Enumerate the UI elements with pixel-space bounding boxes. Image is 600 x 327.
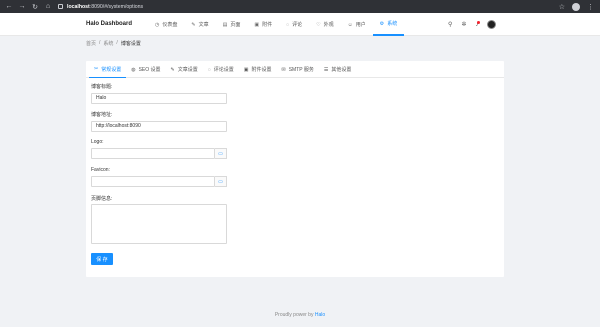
menu-label: 系统 <box>387 21 398 27</box>
menu-label: 文章 <box>198 22 209 28</box>
edit-icon: ✎ <box>191 21 196 28</box>
dashboard-icon: ◷ <box>155 21 160 28</box>
forward-icon[interactable]: → <box>18 3 26 10</box>
favicon-input[interactable] <box>91 176 215 187</box>
blog-url-input[interactable]: http://localhost:8090 <box>91 121 227 132</box>
breadcrumb-separator: / <box>99 40 101 46</box>
address-path: :8090/#/system/options <box>89 3 144 10</box>
menu-label: 评论 <box>292 22 303 28</box>
address-bar[interactable]: localhost :8090/#/system/options <box>58 2 559 11</box>
profile-icon[interactable] <box>572 2 580 11</box>
logo-input[interactable] <box>91 148 215 159</box>
home-icon[interactable]: ⌂ <box>44 3 52 10</box>
setting-icon: ⚙ <box>379 20 385 27</box>
favicon-label: Favicon: <box>91 167 110 173</box>
settings-icon[interactable]: ✲ <box>461 21 466 28</box>
picture-icon: ▣ <box>254 21 260 28</box>
menu-item-appearance[interactable]: ♡ 外观 <box>309 13 341 36</box>
menu-label: 用户 <box>355 22 366 28</box>
tab-label: SEO 设置 <box>138 67 161 73</box>
edit-icon: ✎ <box>170 66 175 73</box>
tool-icon: ✂ <box>94 66 99 72</box>
message-icon: ◌ <box>207 66 211 73</box>
menu-label: 仪表盘 <box>162 22 178 28</box>
notification-bell-icon[interactable]: ♪ <box>475 20 481 28</box>
tab-label: 评论设置 <box>213 67 234 73</box>
settings-card: ✂ 常规设置 ◍ SEO 设置 ✎ 文章设置 ◌ 评论设置 ▣ 附件设置 ✉ SMTP 服务… <box>86 61 504 277</box>
blog-title-label: 博客标题: <box>91 84 113 90</box>
menu-item-pages[interactable]: ▤ 页面 <box>216 13 248 36</box>
save-button[interactable]: 保 存 <box>91 253 113 265</box>
footer-info-textarea[interactable] <box>91 204 227 244</box>
tab-label: 文章设置 <box>177 67 198 73</box>
tab-label: 附件设置 <box>251 67 272 73</box>
global-icon: ◍ <box>131 66 136 73</box>
address-host: localhost <box>67 3 90 10</box>
link-icon[interactable]: ⚲ <box>448 21 452 28</box>
settings-tabs: ✂ 常规设置 ◍ SEO 设置 ✎ 文章设置 ◌ 评论设置 ▣ 附件设置 ✉ SMTP 服务… <box>86 61 504 78</box>
browser-nav: ← → ↻ ⌂ <box>0 3 52 11</box>
mail-icon: ✉ <box>281 66 286 73</box>
menu-item-comments[interactable]: ◌ 评论 <box>279 13 309 36</box>
avatar[interactable] <box>487 20 497 29</box>
tab-other[interactable]: ☰ 其他设置 <box>319 61 357 78</box>
logo-picker-button[interactable]: ▭ <box>215 148 227 159</box>
tab-label: SMTP 服务 <box>288 67 314 73</box>
other-icon: ☰ <box>323 66 329 73</box>
tab-comments[interactable]: ◌ 评论设置 <box>203 61 239 78</box>
user-icon: ☺ <box>347 21 353 28</box>
more-menu-icon[interactable]: ⋮ <box>587 3 594 11</box>
page-footer: Proudly power by Halo <box>0 312 600 318</box>
header-actions: ⚲ ✲ ♪ <box>448 13 497 36</box>
top-menu: ◷ 仪表盘 ✎ 文章 ▤ 页面 ▣ 附件 ◌ 评论 ♡ 外观 ☺ 用户 ⚙ 系统 <box>148 13 405 36</box>
menu-label: 页面 <box>230 22 241 28</box>
menu-label: 外观 <box>323 22 334 28</box>
menu-item-system[interactable]: ⚙ 系统 <box>372 13 405 36</box>
skin-icon: ♡ <box>316 21 321 28</box>
picture-icon: ▭ <box>218 178 223 185</box>
blog-url-label: 博客地址: <box>91 112 113 118</box>
reload-icon[interactable]: ↻ <box>31 3 39 11</box>
app-header: Halo Dashboard ◷ 仪表盘 ✎ 文章 ▤ 页面 ▣ 附件 ◌ 评论 ♡ 外观 … <box>0 13 600 36</box>
footer-info-label: 页脚信息: <box>91 196 113 202</box>
page-icon: ▤ <box>222 21 228 28</box>
breadcrumb: 首页 / 系统 / 博客设置 <box>86 40 141 47</box>
comment-icon: ◌ <box>286 21 290 28</box>
info-icon[interactable] <box>58 4 63 9</box>
browser-toolbar: ← → ↻ ⌂ localhost :8090/#/system/options… <box>0 0 600 13</box>
tab-label: 常规设置 <box>101 66 122 73</box>
menu-item-dashboard[interactable]: ◷ 仪表盘 <box>148 13 184 36</box>
blog-title-input[interactable]: Halo <box>91 93 227 104</box>
tab-posts[interactable]: ✎ 文章设置 <box>166 61 203 78</box>
brand-logo[interactable]: Halo Dashboard <box>86 13 132 36</box>
tab-label: 其他设置 <box>331 67 352 73</box>
picture-icon: ▭ <box>218 150 223 157</box>
notification-dot <box>477 20 481 24</box>
tab-seo[interactable]: ◍ SEO 设置 <box>126 61 165 78</box>
menu-item-attachments[interactable]: ▣ 附件 <box>247 13 279 36</box>
picture-icon: ▣ <box>243 66 249 73</box>
footer-text: Proudly power by <box>274 312 315 318</box>
tab-attachments[interactable]: ▣ 附件设置 <box>239 61 277 78</box>
menu-item-posts[interactable]: ✎ 文章 <box>184 13 215 36</box>
bookmark-star-icon[interactable]: ☆ <box>559 3 565 11</box>
logo-label: Logo: <box>91 139 104 145</box>
breadcrumb-system[interactable]: 系统 <box>103 40 113 47</box>
favicon-picker-button[interactable]: ▭ <box>215 176 227 187</box>
tab-general[interactable]: ✂ 常规设置 <box>89 61 127 78</box>
tab-smtp[interactable]: ✉ SMTP 服务 <box>277 61 319 78</box>
menu-label: 附件 <box>262 22 273 28</box>
breadcrumb-current: 博客设置 <box>120 41 141 47</box>
breadcrumb-home[interactable]: 首页 <box>86 40 96 47</box>
breadcrumb-separator: / <box>116 40 118 46</box>
footer-halo-link[interactable]: Halo <box>315 312 325 318</box>
back-icon[interactable]: ← <box>5 3 13 10</box>
menu-item-users[interactable]: ☺ 用户 <box>341 13 373 36</box>
browser-actions: ☆ ⋮ <box>559 2 600 11</box>
